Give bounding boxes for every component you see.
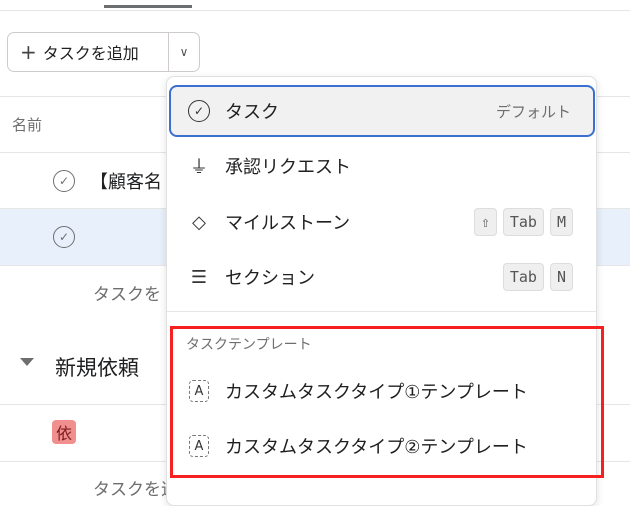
check-circle-icon[interactable]: ✓ [53, 170, 75, 192]
menu-item-label: マイルストーン [225, 213, 351, 234]
shift-key: ⇧ [473, 208, 497, 236]
menu-item-milestone[interactable]: ◇ マイルストーン ⇧ Tab M [169, 196, 595, 248]
menu-item-label: 承認リクエスト [225, 157, 351, 178]
menu-item-section[interactable]: ☰ セクション Tab N [169, 251, 595, 303]
diamond-icon: ◇ [192, 211, 206, 233]
add-task-label: タスクを追加 [42, 44, 139, 63]
active-tab-indicator [104, 5, 192, 8]
add-task-split-button: + タスクを追加 ∨ [7, 32, 200, 72]
menu-item-approval[interactable]: ⏚ 承認リクエスト [169, 140, 595, 192]
task-badge: 依 [52, 420, 76, 444]
add-task-inline[interactable]: タスクを [93, 280, 161, 305]
task-title[interactable]: 【顧客名 [90, 168, 162, 194]
chevron-down-icon[interactable]: ∨ [169, 45, 199, 59]
section-title[interactable]: 新規依頼 [55, 352, 139, 382]
menu-divider [167, 311, 596, 312]
tab-key: Tab [502, 208, 544, 236]
column-header-name[interactable]: 名前 [12, 114, 42, 135]
plus-icon: + [20, 40, 37, 64]
menu-item-task[interactable]: ✓ タスク デフォルト [169, 85, 595, 137]
menu-item-label: タスク [225, 102, 279, 123]
check-circle-icon: ✓ [187, 100, 211, 122]
collapse-triangle-icon[interactable] [20, 358, 34, 366]
default-hint: デフォルト [495, 102, 571, 121]
stamp-icon: ⏚ [190, 157, 208, 178]
section-lines-icon: ☰ [190, 266, 208, 288]
divider [0, 10, 630, 11]
annotation-highlight-box [170, 326, 604, 478]
m-key: M [549, 208, 573, 236]
add-task-button[interactable]: + タスクを追加 [8, 33, 168, 71]
menu-item-label: セクション [225, 268, 315, 289]
n-key: N [549, 263, 573, 291]
check-circle-icon[interactable]: ✓ [53, 226, 75, 248]
tab-key: Tab [502, 263, 544, 291]
